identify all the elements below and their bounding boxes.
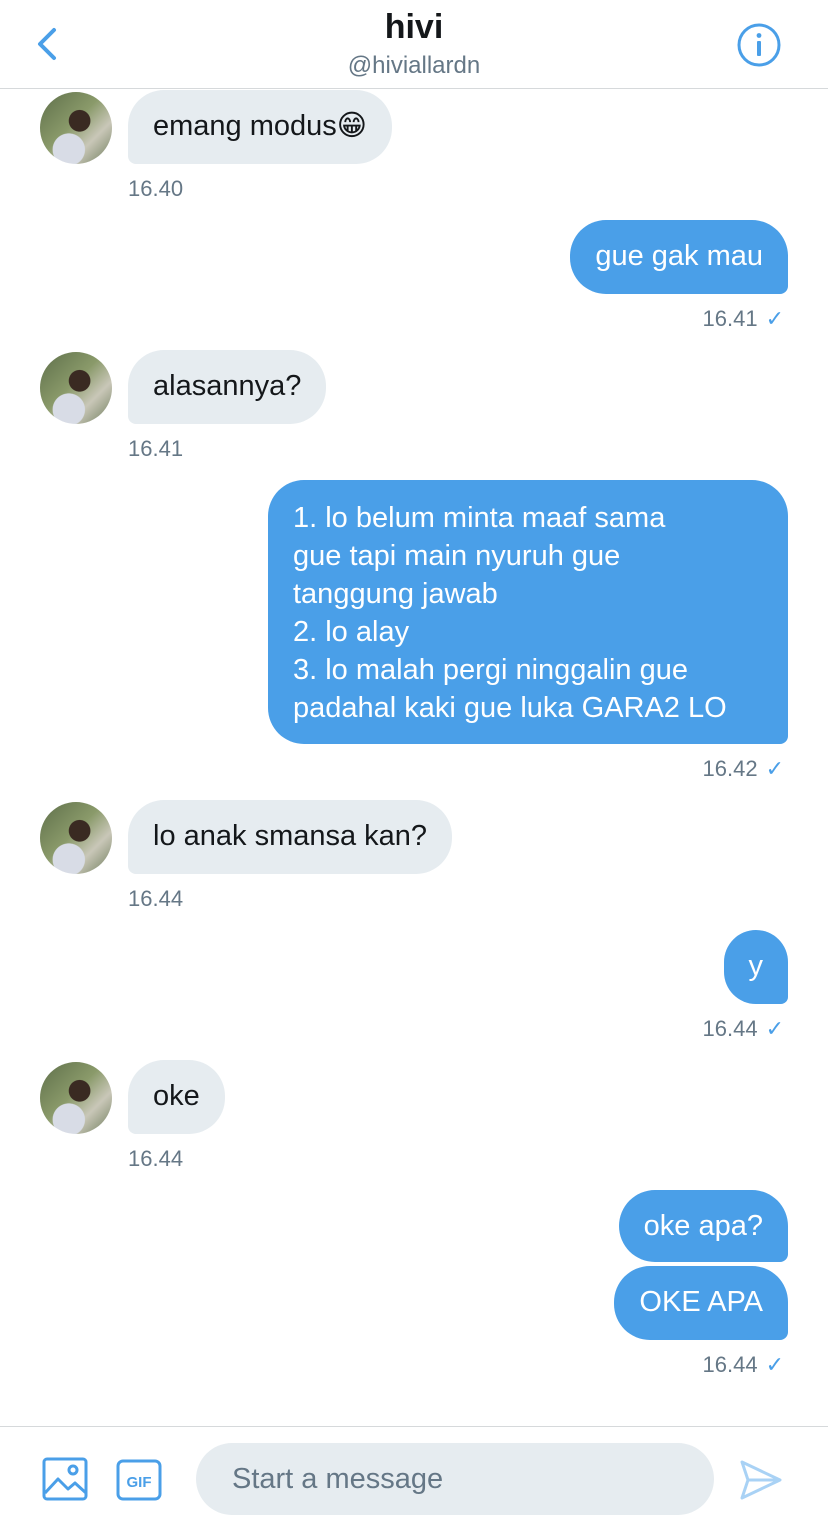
- conversation-header: hivi @hiviallardn: [0, 0, 828, 89]
- message-timestamp: 16.40: [128, 176, 184, 201]
- sent-check-icon: ✓: [765, 1016, 784, 1041]
- conversation-title[interactable]: hivi: [0, 8, 828, 47]
- message-status: 16.42 ✓: [703, 756, 785, 782]
- sent-check-icon: ✓: [765, 756, 784, 781]
- avatar[interactable]: [40, 92, 112, 164]
- message-bubble-outgoing[interactable]: y: [723, 930, 788, 1004]
- info-icon[interactable]: [736, 22, 782, 68]
- message-bubble-outgoing[interactable]: 1. lo belum minta maaf sama gue tapi mai…: [268, 480, 788, 744]
- avatar[interactable]: [40, 802, 112, 874]
- message-bubble-incoming[interactable]: emang modus😁: [128, 90, 393, 164]
- avatar[interactable]: [40, 352, 112, 424]
- message-timestamp: 16.41: [702, 306, 758, 331]
- send-icon[interactable]: [738, 1457, 784, 1503]
- message-status: 16.44 ✓: [703, 1016, 785, 1042]
- conversation-handle[interactable]: @hiviallardn: [0, 52, 828, 80]
- message-timestamp: 16.44: [702, 1016, 758, 1041]
- avatar[interactable]: [40, 1062, 112, 1134]
- image-icon[interactable]: [42, 1457, 88, 1501]
- message-timestamp: 16.41: [128, 436, 184, 461]
- message-bubble-incoming[interactable]: alasannya?: [128, 350, 327, 424]
- message-status: 16.41 ✓: [703, 306, 785, 332]
- message-bubble-outgoing[interactable]: oke apa?: [618, 1190, 788, 1262]
- message-input[interactable]: [196, 1443, 714, 1515]
- message-bubble-outgoing[interactable]: OKE APA: [614, 1266, 788, 1340]
- message-bubble-incoming[interactable]: lo anak smansa kan?: [128, 800, 453, 874]
- sent-check-icon: ✓: [765, 306, 784, 331]
- message-composer: GIF: [0, 1426, 828, 1522]
- message-bubble-incoming[interactable]: oke: [128, 1060, 225, 1134]
- message-status: 16.44 ✓: [703, 1352, 785, 1378]
- message-timestamp: 16.44: [702, 1352, 758, 1377]
- message-bubble-outgoing[interactable]: gue gak mau: [570, 220, 788, 294]
- message-timestamp: 16.44: [128, 1146, 184, 1171]
- message-timestamp: 16.42: [702, 756, 758, 781]
- gif-label: GIF: [127, 1474, 152, 1491]
- gif-icon[interactable]: GIF: [116, 1459, 162, 1501]
- sent-check-icon: ✓: [765, 1352, 784, 1377]
- message-timestamp: 16.44: [128, 886, 184, 911]
